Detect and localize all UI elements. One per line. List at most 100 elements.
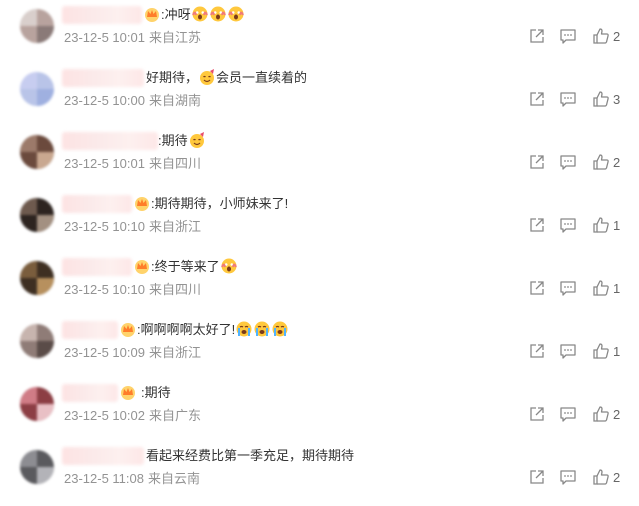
comment-item: :啊啊啊啊太好了! 23-12-5 10:09 来自浙江 1 [0, 315, 639, 378]
like-icon[interactable] [592, 153, 610, 171]
comment-item: :期待期待，小师妹来了! 23-12-5 10:10 来自浙江 1 [0, 189, 639, 252]
comment-item: :期待 23-12-5 10:02 来自广东 2 [0, 378, 639, 441]
username-blurred[interactable] [62, 258, 132, 276]
comment-item: :终于等来了 23-12-5 10:10 来自四川 1 [0, 252, 639, 315]
comment-item: :冲呀 23-12-5 10:01 来自江苏 2 [0, 0, 639, 63]
comment-meta: 23-12-5 10:01 来自四川 [64, 155, 201, 173]
reply-icon[interactable] [559, 27, 577, 45]
scream-face-icon [227, 6, 244, 22]
avatar[interactable] [20, 387, 54, 421]
share-icon[interactable] [528, 468, 546, 486]
username-blurred[interactable] [62, 321, 118, 339]
like-count: 3 [613, 92, 621, 107]
comment-meta: 23-12-5 10:00 来自湖南 [64, 92, 201, 110]
share-icon[interactable] [528, 405, 546, 423]
comment-meta: 23-12-5 10:10 来自四川 [64, 281, 201, 299]
scream-face-icon [220, 258, 237, 274]
share-icon[interactable] [528, 27, 546, 45]
username-blurred[interactable] [62, 384, 118, 402]
reply-icon[interactable] [559, 279, 577, 297]
comment-text: :期待期待，小师妹来了! [151, 196, 289, 211]
like-count: 1 [613, 218, 621, 233]
share-icon[interactable] [528, 342, 546, 360]
like-count: 2 [613, 470, 621, 485]
comment-text: :冲呀 [161, 5, 245, 25]
comment-location: 来自云南 [148, 471, 201, 486]
comment-meta: 23-12-5 10:02 来自广东 [64, 407, 201, 425]
comment-location: 来自广东 [148, 408, 201, 423]
username-blurred[interactable] [62, 447, 144, 465]
like-icon[interactable] [592, 216, 610, 234]
avatar[interactable] [20, 450, 54, 484]
username-blurred[interactable] [62, 6, 142, 24]
vip-crown-icon [135, 197, 149, 211]
like-icon[interactable] [592, 342, 610, 360]
comment-item: 看起来经费比第一季充足，期待期待 23-12-5 11:08 来自云南 2 [0, 441, 639, 504]
crying-face-icon [236, 321, 252, 337]
username-blurred[interactable] [62, 69, 144, 87]
username-blurred[interactable] [62, 195, 132, 213]
party-face-icon [189, 132, 204, 148]
comment-text: :啊啊啊啊太好了! [137, 320, 289, 340]
comment-date: 23-12-5 10:10 [64, 219, 145, 234]
scream-face-icon [209, 6, 226, 22]
like-icon[interactable] [592, 279, 610, 297]
comment-location: 来自四川 [148, 282, 201, 297]
crying-face-icon [254, 321, 270, 337]
comment-meta: 23-12-5 10:10 来自浙江 [64, 218, 201, 236]
comment-location: 来自湖南 [148, 93, 201, 108]
avatar[interactable] [20, 198, 54, 232]
reply-icon[interactable] [559, 342, 577, 360]
like-icon[interactable] [592, 468, 610, 486]
username-blurred[interactable] [62, 132, 158, 150]
avatar[interactable] [20, 324, 54, 358]
like-icon[interactable] [592, 90, 610, 108]
share-icon[interactable] [528, 216, 546, 234]
comment-date: 23-12-5 10:00 [64, 93, 145, 108]
comment-text: :期待 [158, 131, 206, 151]
comment-location: 来自四川 [148, 156, 201, 171]
comment-location: 来自江苏 [148, 30, 201, 45]
comment-date: 23-12-5 10:01 [64, 30, 145, 45]
reply-icon[interactable] [559, 90, 577, 108]
comment-location: 来自浙江 [148, 219, 201, 234]
scream-face-icon [191, 6, 208, 22]
like-count: 2 [613, 155, 621, 170]
comment-text: 看起来经费比第一季充足，期待期待 [146, 448, 355, 463]
vip-crown-icon [121, 323, 135, 337]
comment-item: 好期待， 会员一直续着的 23-12-5 10:00 来自湖南 3 [0, 63, 639, 126]
comment-text: :终于等来了 [151, 257, 238, 277]
comment-meta: 23-12-5 11:08 来自云南 [64, 470, 200, 488]
like-count: 1 [613, 281, 621, 296]
share-icon[interactable] [528, 153, 546, 171]
like-count: 2 [613, 29, 621, 44]
avatar[interactable] [20, 72, 54, 106]
comment-date: 23-12-5 10:09 [64, 345, 145, 360]
comment-meta: 23-12-5 10:09 来自浙江 [64, 344, 201, 362]
comment-item: :期待 23-12-5 10:01 来自四川 2 [0, 126, 639, 189]
like-icon[interactable] [592, 27, 610, 45]
like-count: 2 [613, 407, 621, 422]
comment-date: 23-12-5 11:08 [64, 471, 144, 486]
party-face-icon [200, 69, 215, 85]
vip-crown-icon [135, 260, 149, 274]
share-icon[interactable] [528, 90, 546, 108]
comment-text: :期待 [141, 385, 171, 400]
comment-date: 23-12-5 10:01 [64, 156, 145, 171]
like-count: 1 [613, 344, 621, 359]
share-icon[interactable] [528, 279, 546, 297]
avatar[interactable] [20, 135, 54, 169]
reply-icon[interactable] [559, 468, 577, 486]
reply-icon[interactable] [559, 405, 577, 423]
comment-meta: 23-12-5 10:01 来自江苏 [64, 29, 201, 47]
comment-date: 23-12-5 10:10 [64, 282, 145, 297]
avatar[interactable] [20, 9, 54, 43]
comment-location: 来自浙江 [148, 345, 201, 360]
reply-icon[interactable] [559, 216, 577, 234]
vip-crown-icon [145, 8, 159, 22]
crying-face-icon [272, 321, 288, 337]
like-icon[interactable] [592, 405, 610, 423]
reply-icon[interactable] [559, 153, 577, 171]
avatar[interactable] [20, 261, 54, 295]
comment-date: 23-12-5 10:02 [64, 408, 145, 423]
